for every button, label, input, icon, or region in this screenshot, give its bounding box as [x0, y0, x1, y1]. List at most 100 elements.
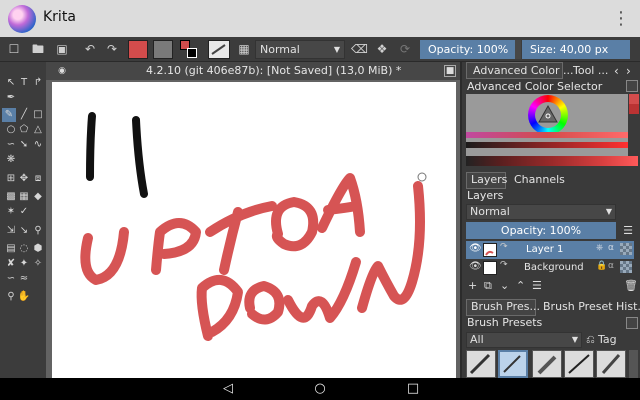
edit-shapes-icon[interactable]: ↱: [31, 76, 45, 90]
gradient-tool-icon[interactable]: ▩: [4, 190, 18, 204]
brush-tag-filter[interactable]: All ▼: [466, 332, 582, 348]
similar-select-icon[interactable]: ✧: [31, 257, 45, 271]
inherit-alpha-icon[interactable]: [620, 261, 632, 273]
hue-ring[interactable]: [528, 95, 568, 135]
float-docker-icon[interactable]: [626, 317, 638, 329]
wrap-icon[interactable]: ⟳: [397, 40, 413, 59]
menu-overflow-icon[interactable]: ⋮: [612, 8, 630, 30]
letter-u: [80, 227, 129, 285]
polygon-select-icon[interactable]: ⬢: [31, 242, 45, 256]
chevron-right-icon[interactable]: ›: [626, 63, 631, 79]
multibrush-icon[interactable]: ❋: [4, 153, 18, 167]
open-icon[interactable]: 🖿: [30, 40, 46, 59]
assistant-tool-icon[interactable]: ⇲: [4, 224, 18, 238]
inherit-alpha-icon[interactable]: [620, 243, 632, 255]
letter-n: [357, 181, 425, 313]
eraser-icon[interactable]: ⌫: [351, 40, 368, 59]
brush-preset-item[interactable]: [564, 350, 594, 378]
brush-preset-item-selected[interactable]: [498, 350, 528, 378]
rectangle-tool-icon[interactable]: □: [31, 108, 45, 122]
move-up-icon[interactable]: ⌃: [516, 279, 525, 293]
drawing-canvas[interactable]: [52, 82, 456, 378]
crop-tool-icon[interactable]: ⊞: [4, 172, 18, 186]
save-icon[interactable]: ▣: [54, 40, 70, 59]
size-slider[interactable]: Size: 40,00 px: [522, 40, 630, 59]
blend-mode-select[interactable]: Normal ▼: [255, 40, 345, 59]
bezier-tool-icon[interactable]: ∽: [4, 138, 18, 152]
color-slider-2[interactable]: [466, 142, 628, 148]
alpha-lock-icon[interactable]: α: [608, 261, 614, 271]
color-picker-icon[interactable]: ✓: [17, 205, 31, 219]
zoom-tool-icon[interactable]: ⚲: [4, 290, 18, 304]
undo-icon[interactable]: ↶: [82, 40, 98, 59]
line-tool-icon[interactable]: ╱: [17, 108, 31, 122]
redo-icon[interactable]: ↷: [104, 40, 120, 59]
move-down-icon[interactable]: ⌄: [500, 279, 509, 293]
rect-select-icon[interactable]: ▤: [4, 242, 18, 256]
bezier-select-icon[interactable]: ∽: [4, 272, 18, 286]
shade-bar[interactable]: [466, 156, 638, 166]
layer-opacity-slider[interactable]: Opacity: 100%: [466, 222, 616, 239]
freehand-brush-icon[interactable]: ✎: [2, 108, 16, 122]
lock-icon[interactable]: ⎈: [596, 243, 603, 253]
color-selector[interactable]: [466, 94, 628, 156]
smart-patch-icon[interactable]: ✶: [4, 205, 18, 219]
layer-row-background[interactable]: 👁 ↷ Background 🔒 α: [466, 259, 634, 277]
layer-properties-icon[interactable]: ☰: [532, 279, 542, 293]
polygon-tool-icon[interactable]: ⬠: [17, 123, 31, 137]
brush-preset-scrollbar[interactable]: [629, 350, 638, 378]
freehand-path-icon[interactable]: ➘: [17, 138, 31, 152]
add-layer-icon[interactable]: +: [468, 279, 477, 293]
alpha-lock-icon[interactable]: α: [608, 243, 614, 253]
contiguous-select-icon[interactable]: ✦: [17, 257, 31, 271]
transform-tool-icon[interactable]: ⧈: [31, 172, 45, 186]
home-icon[interactable]: ○: [312, 381, 328, 397]
reference-tool-icon[interactable]: ⚲: [31, 224, 45, 238]
preserve-alpha-icon[interactable]: ❖: [374, 40, 390, 59]
eye-icon[interactable]: 👁: [469, 261, 482, 272]
ellipse-tool-icon[interactable]: ○: [4, 123, 18, 137]
eye-icon[interactable]: 👁: [469, 243, 482, 254]
tab-channels[interactable]: Channels: [514, 172, 565, 188]
color-slider-1[interactable]: [466, 132, 628, 138]
lock-icon[interactable]: 🔒: [596, 261, 607, 271]
colorize-mask-icon[interactable]: ▦: [17, 190, 31, 204]
gradient-swatch[interactable]: [128, 40, 148, 59]
toolbox: ↖ T ↱ ✒ ✎ ╱ □ ○ ⬠ △ ∽ ➘ ∿ ❋ ⊞ ✥ ⧈ ▩ ▦ ◆ …: [0, 62, 46, 378]
polyline-tool-icon[interactable]: △: [31, 123, 45, 137]
layer-row-layer1[interactable]: 👁 ↷ Layer 1 ⎈ α: [466, 241, 634, 259]
layer-properties-icon[interactable]: ☰: [620, 222, 636, 239]
magnetic-select-icon[interactable]: ≈: [17, 272, 31, 286]
tag-button[interactable]: ⎌ Tag: [586, 332, 634, 348]
opacity-slider[interactable]: Opacity: 100%: [420, 40, 515, 59]
fg-bg-color-selector[interactable]: [180, 40, 200, 59]
outline-select-icon[interactable]: ✘: [4, 257, 18, 271]
measure-tool-icon[interactable]: ↘: [17, 224, 31, 238]
text-tool-icon[interactable]: T: [17, 76, 31, 90]
delete-layer-icon[interactable]: 🗑: [624, 279, 638, 293]
pan-tool-icon[interactable]: ✋: [17, 290, 31, 304]
close-document-icon[interactable]: ■: [444, 65, 456, 77]
grid-icon[interactable]: ▦: [236, 40, 252, 59]
document-tab[interactable]: ◉ 4.2.10 (git 406e87b): [Not Saved] (13,…: [46, 62, 460, 80]
tab-tool-options[interactable]: Tool ...: [573, 63, 608, 79]
select-shapes-icon[interactable]: ↖: [4, 76, 18, 90]
ellipse-select-icon[interactable]: ◌: [17, 242, 31, 256]
move-tool-icon[interactable]: ✥: [17, 172, 31, 186]
duplicate-layer-icon[interactable]: ⧉: [484, 279, 492, 293]
float-docker-icon[interactable]: [626, 80, 638, 92]
new-document-icon[interactable]: ☐: [6, 40, 22, 59]
brush-preset-item[interactable]: [466, 350, 496, 378]
dynamic-brush-icon[interactable]: ∿: [31, 138, 45, 152]
calligraphy-icon[interactable]: ✒: [4, 91, 18, 105]
fill-tool-icon[interactable]: ◆: [31, 190, 45, 204]
layer-blend-mode-select[interactable]: Normal ▼: [466, 204, 616, 220]
tab-brush-preset-history[interactable]: Brush Preset Hist...: [543, 299, 640, 315]
back-icon[interactable]: ◁: [220, 381, 236, 397]
recents-icon[interactable]: □: [405, 381, 421, 397]
brush-preset-item[interactable]: [596, 350, 626, 378]
brush-preset-item[interactable]: [532, 350, 562, 378]
chevron-left-icon[interactable]: ‹: [614, 63, 619, 79]
brush-preset-button[interactable]: [208, 40, 230, 59]
pattern-swatch[interactable]: [153, 40, 173, 59]
